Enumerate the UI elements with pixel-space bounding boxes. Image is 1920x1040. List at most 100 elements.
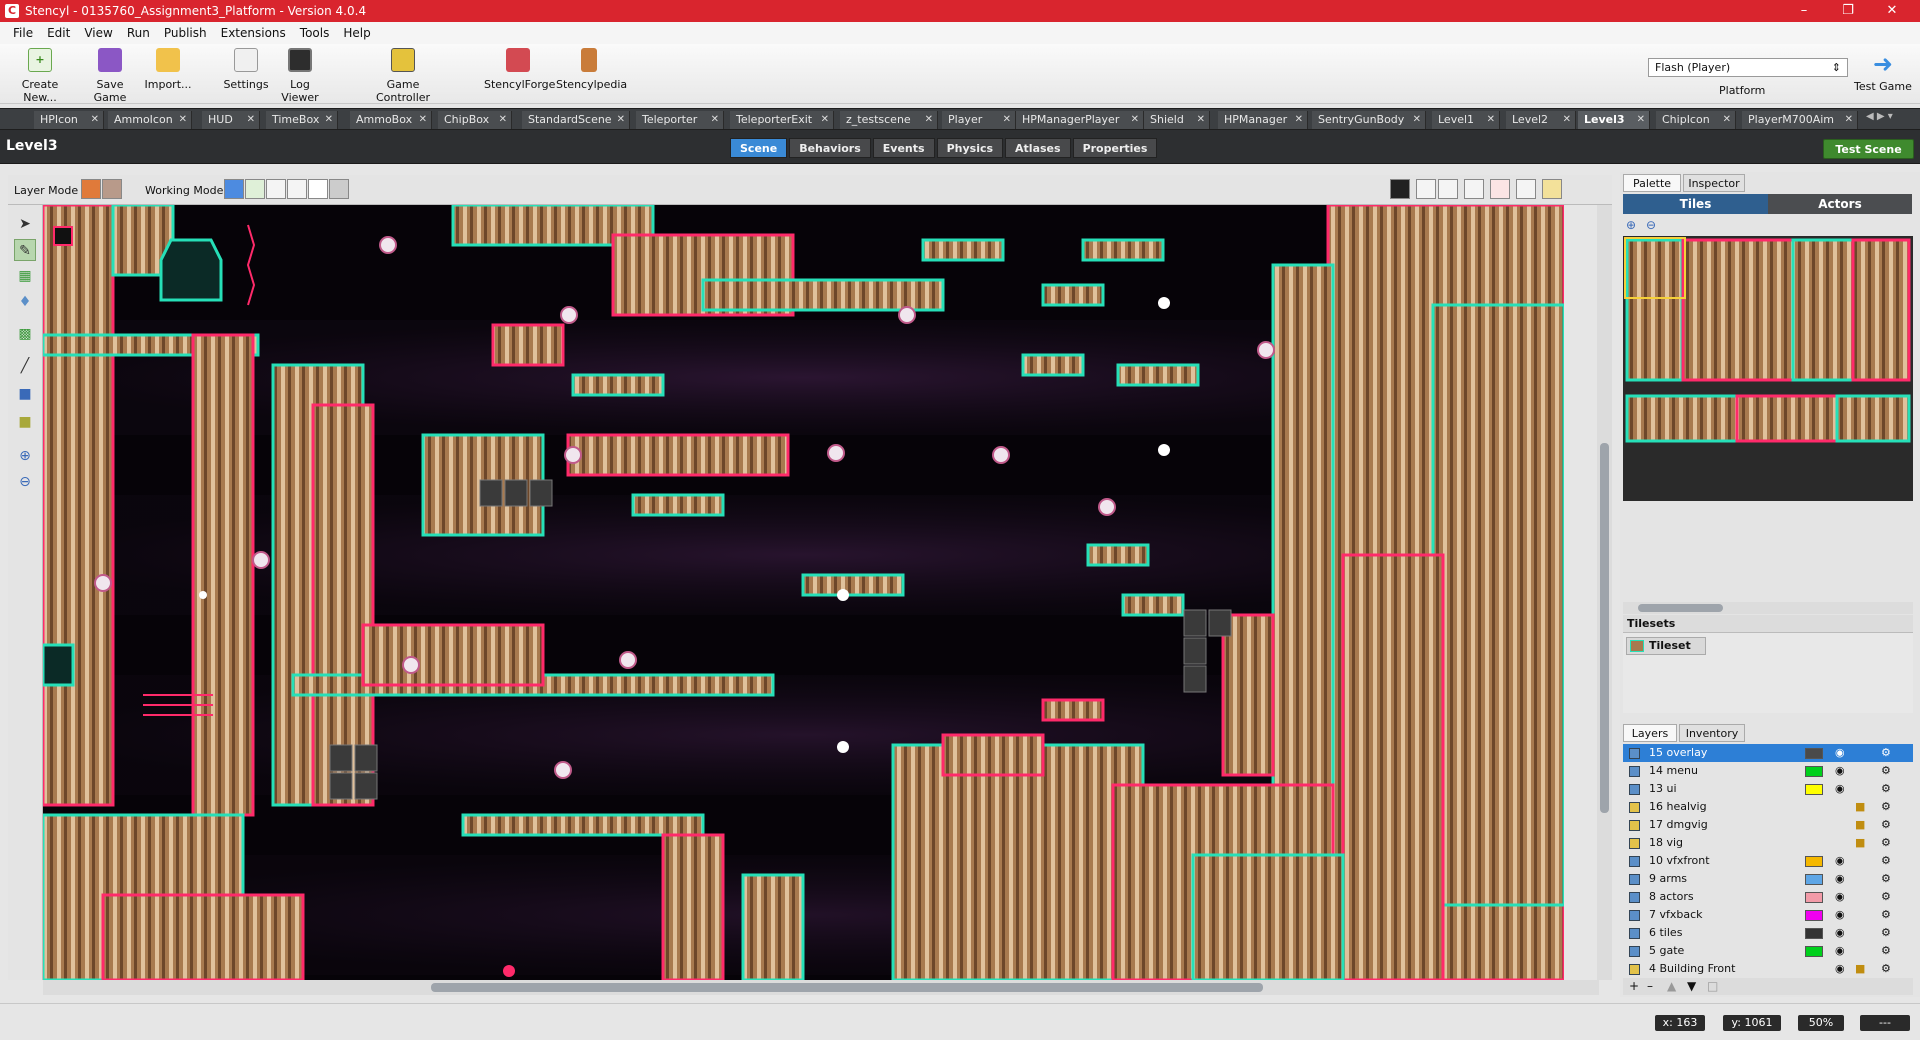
palette-horizontal-scrollbar[interactable] bbox=[1623, 602, 1913, 614]
tab-hpmanagerplayer[interactable]: HPManagerPlayer ✕ bbox=[1016, 111, 1144, 129]
close-tab-icon[interactable]: ✕ bbox=[419, 111, 427, 129]
subtab-scene[interactable]: Scene bbox=[730, 138, 788, 158]
test-game-button[interactable]: ➜ Test Game bbox=[1854, 52, 1912, 93]
layer-color-swatch[interactable] bbox=[1805, 748, 1823, 759]
menu-file[interactable]: File bbox=[6, 26, 40, 40]
layer-color-swatch[interactable] bbox=[1805, 766, 1823, 777]
layer-color-swatch[interactable] bbox=[1805, 946, 1823, 957]
eye-icon[interactable]: ◉ bbox=[1835, 888, 1845, 906]
canvas-vertical-scrollbar[interactable] bbox=[1597, 205, 1612, 980]
layer-mode-single-icon[interactable] bbox=[81, 179, 101, 199]
import-button[interactable]: Import... bbox=[143, 48, 193, 91]
region-tool-icon[interactable]: ■ bbox=[14, 383, 36, 405]
tile-grid-tool-icon[interactable]: ▦ bbox=[14, 265, 36, 287]
close-tab-icon[interactable]: ✕ bbox=[711, 111, 719, 129]
menu-publish[interactable]: Publish bbox=[157, 26, 214, 40]
subtab-events[interactable]: Events bbox=[872, 138, 935, 158]
gear-icon[interactable]: ⚙ bbox=[1881, 798, 1891, 816]
close-tab-icon[interactable]: ✕ bbox=[325, 111, 333, 129]
layer-row-healvig[interactable]: 16 healvig ■ ⚙ bbox=[1623, 798, 1913, 816]
add-layer-icon[interactable]: + bbox=[1629, 978, 1639, 995]
move-down-icon[interactable]: ▼ bbox=[1687, 978, 1696, 995]
palette-tab-actors[interactable]: Actors bbox=[1768, 194, 1912, 214]
platform-select[interactable]: Flash (Player) ⇕ bbox=[1648, 58, 1848, 77]
tab-sentrygunbody[interactable]: SentryGunBody ✕ bbox=[1312, 111, 1426, 129]
layer-row-menu[interactable]: 14 menu ◉ ⚙ bbox=[1623, 762, 1913, 780]
gear-icon[interactable]: ⚙ bbox=[1881, 780, 1891, 798]
tab-layers[interactable]: Layers bbox=[1623, 724, 1677, 742]
layer-row-overlay[interactable]: 15 overlay ◉ ⚙ bbox=[1623, 744, 1913, 762]
tab-player[interactable]: Player ✕ bbox=[942, 111, 1016, 129]
scroll-thumb[interactable] bbox=[1600, 443, 1609, 813]
layer-row-vig[interactable]: 18 vig ■ ⚙ bbox=[1623, 834, 1913, 852]
menu-run[interactable]: Run bbox=[120, 26, 157, 40]
gear-icon[interactable]: ⚙ bbox=[1881, 906, 1891, 924]
tab-chipbox[interactable]: ChipBox ✕ bbox=[438, 111, 512, 129]
close-tab-icon[interactable]: ✕ bbox=[1845, 111, 1853, 129]
save-game-button[interactable]: Save Game bbox=[80, 48, 140, 104]
layer-color-swatch[interactable] bbox=[1805, 874, 1823, 885]
subtab-behaviors[interactable]: Behaviors bbox=[789, 138, 871, 158]
tab-playerm700aim[interactable]: PlayerM700Aim ✕ bbox=[1742, 111, 1858, 129]
working-mode-pencil-icon[interactable] bbox=[287, 179, 307, 199]
scroll-thumb[interactable] bbox=[1638, 604, 1723, 612]
terrain-tool-icon[interactable]: ■ bbox=[14, 411, 36, 433]
close-tab-icon[interactable]: ✕ bbox=[499, 111, 507, 129]
minimize-icon[interactable]: – bbox=[1782, 0, 1826, 22]
close-tab-icon[interactable]: ✕ bbox=[1131, 111, 1139, 129]
eye-icon[interactable]: ◉ bbox=[1835, 780, 1845, 798]
bucket-fill-icon[interactable]: ♦ bbox=[14, 291, 36, 313]
tab-chipicon[interactable]: ChipIcon ✕ bbox=[1656, 111, 1736, 129]
working-mode-blank-icon[interactable] bbox=[308, 179, 328, 199]
close-tab-icon[interactable]: ✕ bbox=[821, 111, 829, 129]
eye-icon[interactable]: ◉ bbox=[1835, 762, 1845, 780]
lock-icon[interactable]: ■ bbox=[1855, 798, 1865, 816]
tab-standardscene[interactable]: StandardScene ✕ bbox=[522, 111, 630, 129]
view-frame-icon[interactable] bbox=[1416, 179, 1436, 199]
gear-icon[interactable]: ⚙ bbox=[1881, 942, 1891, 960]
working-mode-tiles-icon[interactable] bbox=[245, 179, 265, 199]
close-tab-icon[interactable]: ✕ bbox=[1563, 111, 1571, 129]
gear-icon[interactable]: ⚙ bbox=[1881, 744, 1891, 762]
tab-timebox[interactable]: TimeBox ✕ bbox=[266, 111, 338, 129]
layer-row-building-front[interactable]: 4 Building Front ◉ ■ ⚙ bbox=[1623, 960, 1913, 978]
view-tilegrid-icon[interactable] bbox=[1464, 179, 1484, 199]
close-tab-icon[interactable]: ✕ bbox=[179, 111, 187, 129]
layer-options-icon[interactable]: □ bbox=[1707, 978, 1718, 995]
tileset-item[interactable]: Tileset bbox=[1626, 637, 1706, 655]
layer-color-swatch[interactable] bbox=[1805, 784, 1823, 795]
create-new-button[interactable]: + Create New... bbox=[5, 48, 75, 104]
view-grid-icon[interactable] bbox=[1438, 179, 1458, 199]
canvas-horizontal-scrollbar[interactable] bbox=[43, 980, 1599, 995]
menu-tools[interactable]: Tools bbox=[293, 26, 337, 40]
close-tab-icon[interactable]: ✕ bbox=[1003, 111, 1011, 129]
eye-icon[interactable]: ◉ bbox=[1835, 906, 1845, 924]
subtab-properties[interactable]: Properties bbox=[1072, 138, 1158, 158]
stencylforge-button[interactable]: StencylForge bbox=[484, 48, 555, 91]
gear-icon[interactable]: ⚙ bbox=[1881, 852, 1891, 870]
lock-icon[interactable]: ■ bbox=[1855, 960, 1865, 978]
layer-row-gate[interactable]: 5 gate ◉ ⚙ bbox=[1623, 942, 1913, 960]
scene-canvas[interactable] bbox=[43, 205, 1564, 980]
close-tab-icon[interactable]: ✕ bbox=[1723, 111, 1731, 129]
tab-teleporter[interactable]: Teleporter ✕ bbox=[636, 111, 724, 129]
stencylpedia-button[interactable]: Stencylpedia bbox=[556, 48, 627, 91]
pencil-tool-icon[interactable]: ✎ bbox=[14, 239, 36, 261]
tab-teleporterexit[interactable]: TeleporterExit ✕ bbox=[730, 111, 834, 129]
layer-row-dmgvig[interactable]: 17 dmgvig ■ ⚙ bbox=[1623, 816, 1913, 834]
move-up-icon[interactable]: ▲ bbox=[1667, 978, 1676, 995]
tab-inspector[interactable]: Inspector bbox=[1683, 174, 1745, 192]
menu-edit[interactable]: Edit bbox=[40, 26, 77, 40]
gear-icon[interactable]: ⚙ bbox=[1881, 960, 1891, 978]
close-tab-icon[interactable]: ✕ bbox=[1413, 111, 1421, 129]
layer-row-tiles[interactable]: 6 tiles ◉ ⚙ bbox=[1623, 924, 1913, 942]
close-tab-icon[interactable]: ✕ bbox=[925, 111, 933, 129]
zoom-in-icon[interactable]: ⊕ bbox=[14, 445, 36, 467]
eye-icon[interactable]: ◉ bbox=[1835, 852, 1845, 870]
close-tab-icon[interactable]: ✕ bbox=[1487, 111, 1495, 129]
layer-color-swatch[interactable] bbox=[1805, 856, 1823, 867]
palette-tab-tiles[interactable]: Tiles bbox=[1623, 194, 1768, 214]
eye-icon[interactable]: ◉ bbox=[1835, 960, 1845, 978]
subtab-physics[interactable]: Physics bbox=[936, 138, 1004, 158]
maximize-icon[interactable]: ❐ bbox=[1826, 0, 1870, 22]
